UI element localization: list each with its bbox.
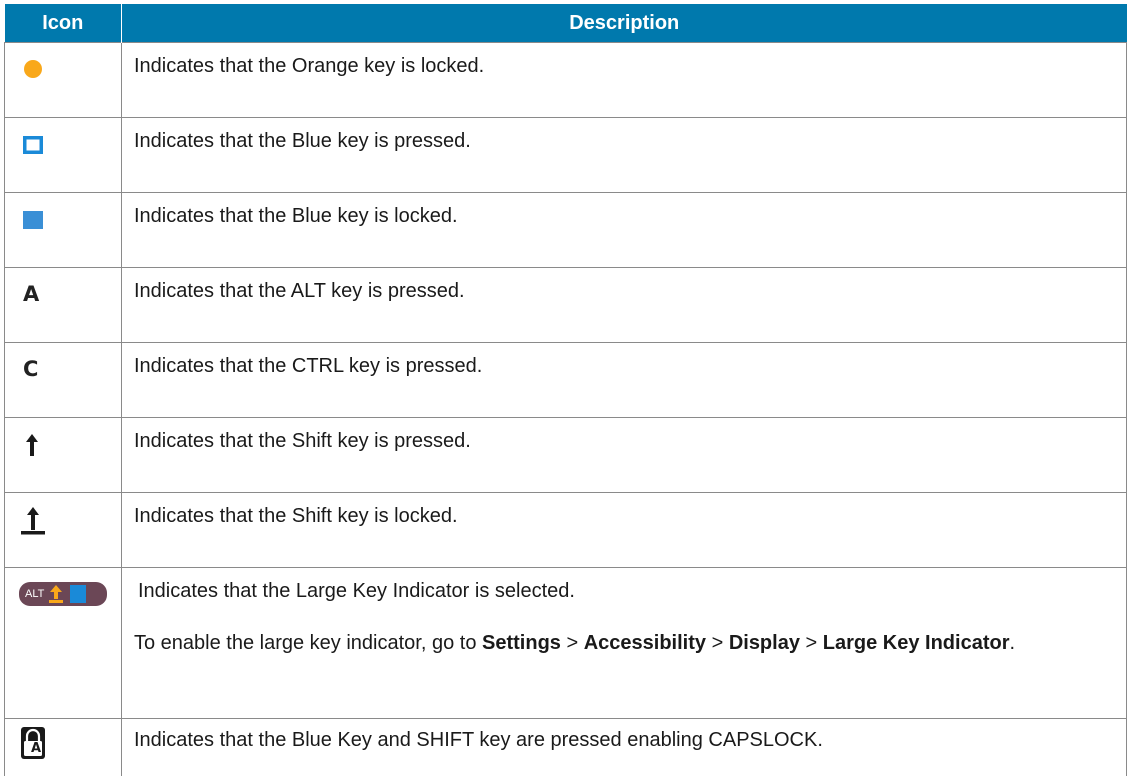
note-separator: > [706,632,729,654]
description-cell: Indicates that the Blue key is pressed. [122,118,1127,193]
blue-square-outline-icon [23,136,43,160]
icon-cell: A [5,268,122,343]
description-cell: Indicates that the Shift key is pressed. [122,418,1127,493]
note-prefix: To enable the large key indicator, go to [134,632,482,654]
note-separator: > [561,632,584,654]
orange-circle-icon [23,59,43,85]
table-row: A Indicates that the Blue Key and SHIFT … [5,719,1127,776]
column-header-description: Description [122,4,1127,43]
description-cell: Indicates that the Blue Key and SHIFT ke… [122,719,1127,776]
icon-cell [5,118,122,193]
description-cell: Indicates that the Orange key is locked. [122,43,1127,118]
alt-a-icon: A [23,282,39,306]
table-row: Indicates that the Blue key is pressed. [5,118,1127,193]
table-row: Indicates that the Shift key is pressed. [5,418,1127,493]
shift-locked-icon [21,507,45,541]
table-row: Indicates that the Blue key is locked. [5,193,1127,268]
ctrl-c-icon: C [23,357,38,381]
table-row: Indicates that the Orange key is locked. [5,43,1127,118]
note-step-settings: Settings [482,632,561,654]
description-cell: Indicates that the ALT key is pressed. [122,268,1127,343]
icon-cell [5,493,122,568]
indicator-shift-icon [48,585,64,603]
capslock-letter: A [27,741,45,756]
shift-arrow-icon [25,434,39,462]
icon-cell: C [5,343,122,418]
icon-cell: A [5,719,122,776]
description-cell: Indicates that the Shift key is locked. [122,493,1127,568]
column-header-icon: Icon [5,4,122,43]
note-step-display: Display [729,632,800,654]
icon-cell: ALT [5,568,122,719]
note-suffix: . [1009,632,1015,654]
key-indicator-table: Icon Description Indicates that the Oran… [4,4,1127,776]
note-step-accessibility: Accessibility [584,632,706,654]
table-header-row: Icon Description [5,4,1127,43]
indicator-alt-label: ALT [25,588,44,600]
description-text: Indicates that the Large Key Indicator i… [138,579,1116,603]
icon-cell [5,43,122,118]
icon-cell [5,193,122,268]
large-key-indicator-icon: ALT [19,580,107,606]
description-cell: Indicates that the Large Key Indicator i… [122,568,1127,719]
indicator-blue-icon [70,585,86,603]
note-separator: > [800,632,823,654]
table-row: ALT Indicates that the Large Key Indicat… [5,568,1127,719]
icon-cell [5,418,122,493]
table-row: A Indicates that the ALT key is pressed. [5,268,1127,343]
note-step-large-key-indicator: Large Key Indicator [823,632,1010,654]
settings-path-note: To enable the large key indicator, go to… [134,631,1116,655]
description-cell: Indicates that the CTRL key is pressed. [122,343,1127,418]
description-cell: Indicates that the Blue key is locked. [122,193,1127,268]
blue-square-filled-icon [23,211,43,235]
table-row: C Indicates that the CTRL key is pressed… [5,343,1127,418]
table-row: Indicates that the Shift key is locked. [5,493,1127,568]
capslock-lock-icon: A [21,727,45,765]
